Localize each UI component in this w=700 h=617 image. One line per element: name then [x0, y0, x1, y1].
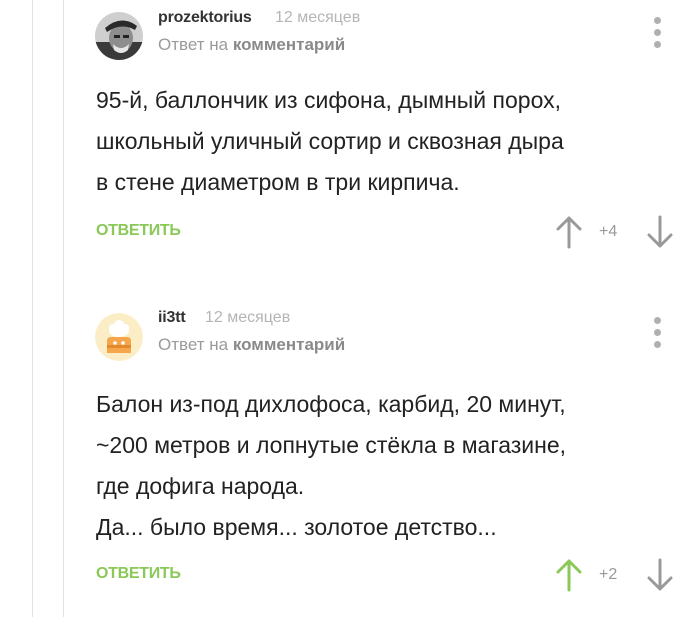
arrow-up-icon[interactable] — [556, 215, 582, 249]
arrow-up-icon[interactable] — [556, 558, 582, 592]
comment: ii3tt 12 месяцев Ответ на комментарий Ба… — [63, 300, 700, 617]
user-photo-icon — [95, 12, 143, 60]
arrow-down-icon[interactable] — [647, 558, 673, 592]
comment-time: 12 месяцев — [275, 9, 361, 26]
vertical-dots-icon[interactable] — [651, 317, 663, 349]
reply-to-line: Ответ на комментарий — [158, 35, 345, 55]
comment-body: 95-й, баллончик из сифона, дымный порох,… — [96, 87, 564, 195]
rating-count: +4 — [599, 223, 618, 240]
reply-prefix: Ответ на — [158, 335, 229, 354]
comment: prozektorius 12 месяцев Ответ на коммент… — [63, 0, 700, 275]
reply-target-link[interactable]: комментарий — [233, 335, 345, 354]
chef-cake-icon — [95, 313, 143, 361]
vertical-dots-icon[interactable] — [651, 17, 663, 49]
avatar[interactable] — [95, 313, 143, 361]
comment-author[interactable]: prozektorius — [158, 9, 252, 27]
thread-line-outer — [32, 0, 33, 617]
rating-count: +2 — [599, 566, 618, 583]
reply-to-line: Ответ на комментарий — [158, 335, 345, 355]
avatar[interactable] — [95, 12, 143, 60]
arrow-down-icon[interactable] — [647, 215, 673, 249]
comment-time: 12 месяцев — [205, 309, 291, 326]
reply-button[interactable]: ОТВЕТИТЬ — [96, 565, 181, 583]
comment-author[interactable]: ii3tt — [158, 309, 186, 327]
reply-button[interactable]: ОТВЕТИТЬ — [96, 222, 181, 240]
comment-body: Балон из-под дихлофоса, карбид, 20 минут… — [96, 391, 567, 540]
reply-prefix: Ответ на — [158, 35, 229, 54]
reply-target-link[interactable]: комментарий — [233, 35, 345, 54]
